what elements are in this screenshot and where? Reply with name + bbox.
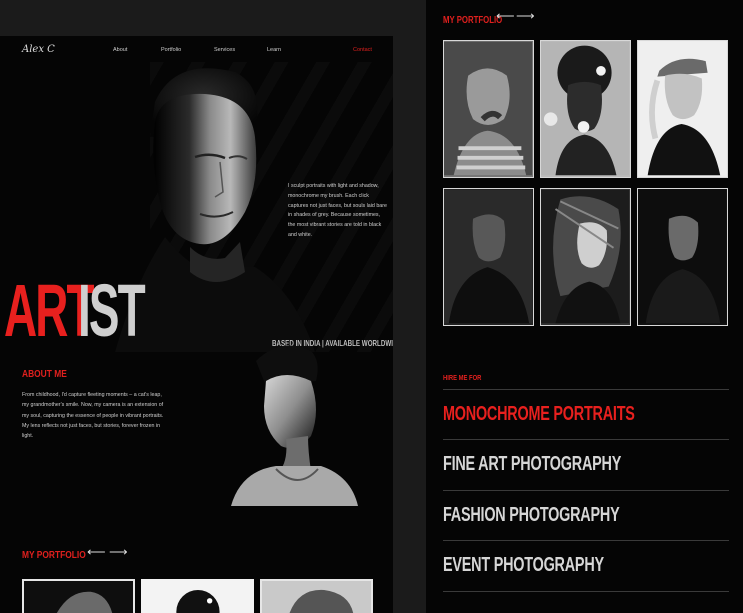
portfolio-photo-woman-hair — [541, 189, 629, 324]
portfolio-tile[interactable] — [540, 40, 631, 178]
portfolio-thumb[interactable] — [260, 579, 373, 613]
portfolio-thumb[interactable] — [22, 579, 135, 613]
portfolio-tile[interactable] — [637, 188, 728, 326]
portfolio-photo-man-profile — [444, 189, 532, 324]
arrow-right-icon[interactable]: ⟶ — [109, 545, 128, 558]
hero-title: ARTIST — [4, 268, 184, 358]
portfolio-tile[interactable] — [637, 40, 728, 178]
portfolio-tile[interactable] — [443, 40, 534, 178]
arrow-right-icon[interactable]: ⟶ — [516, 9, 535, 22]
thumb-image — [56, 591, 113, 613]
portfolio-photo-elder-man — [444, 41, 532, 176]
nav-link-learn[interactable]: Learn — [267, 47, 281, 53]
portfolio-photo-woman-flowers — [541, 41, 629, 176]
landing-page-preview: Alex C About Portfolio Services Learn Co… — [0, 36, 393, 613]
service-event-photography[interactable]: EVENT PHOTOGRAPHY — [443, 540, 729, 592]
service-monochrome-portraits[interactable]: MONOCHROME PORTRAITS — [443, 389, 729, 439]
logo[interactable]: Alex C — [22, 44, 55, 55]
top-navigation: Alex C About Portfolio Services Learn Co… — [0, 42, 393, 62]
portfolio-services-preview: MY PORTFOLIO ⟵ ⟶ HIRE ME FOR MONOCHROME … — [426, 0, 743, 613]
about-text: From childhood, I'd capture fleeting mom… — [22, 392, 164, 440]
portfolio-photo-woman-cap — [638, 41, 726, 176]
portfolio-photo-man-dark — [638, 189, 726, 324]
portfolio-tile[interactable] — [443, 188, 534, 326]
service-fine-art-photography[interactable]: FINE ART PHOTOGRAPHY — [443, 439, 729, 489]
nav-link-about[interactable]: About — [113, 47, 127, 53]
thumb-image — [176, 590, 220, 613]
nav-link-portfolio[interactable]: Portfolio — [161, 47, 181, 53]
hero-title-white: IST — [78, 269, 146, 352]
nav-link-contact[interactable]: Contact — [353, 47, 372, 53]
about-heading: ABOUT ME — [22, 368, 67, 380]
portfolio-thumb[interactable] — [141, 579, 254, 613]
about-portrait-image — [231, 345, 358, 506]
hero-intro-text: I sculpt portraits with light and shadow… — [288, 183, 387, 238]
nav-link-services[interactable]: Services — [214, 47, 235, 53]
arrow-left-icon[interactable]: ⟵ — [496, 9, 515, 22]
service-fashion-photography[interactable]: FASHION PHOTOGRAPHY — [443, 490, 729, 540]
portfolio-tile[interactable] — [540, 188, 631, 326]
arrow-left-icon[interactable]: ⟵ — [87, 545, 106, 558]
hero-section: I sculpt portraits with light and shadow… — [0, 62, 393, 352]
thumb-image — [289, 589, 354, 613]
hire-me-heading: HIRE ME FOR — [443, 373, 482, 382]
